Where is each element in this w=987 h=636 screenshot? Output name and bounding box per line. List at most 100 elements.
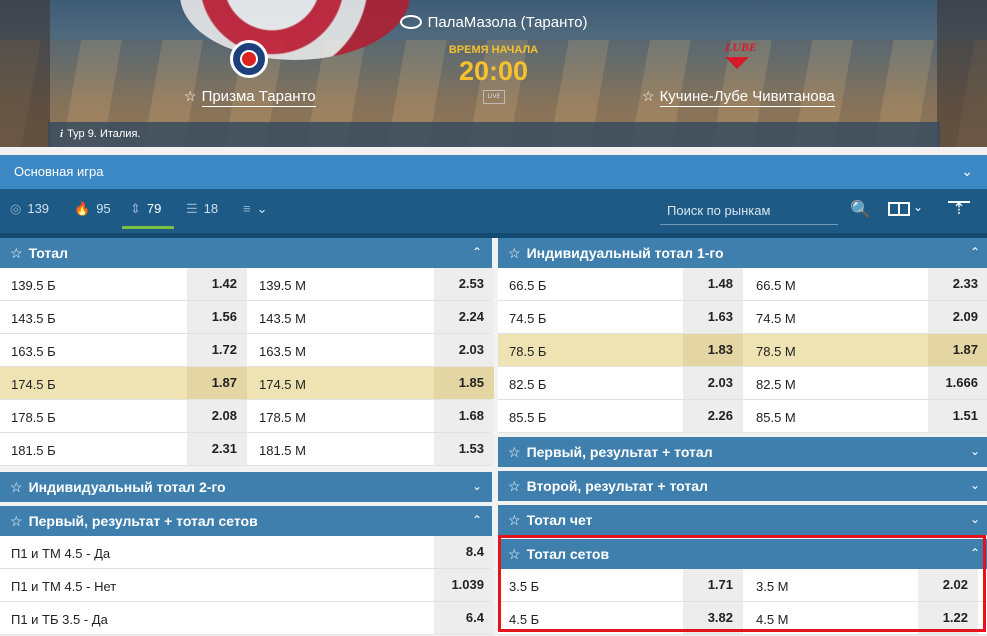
live-icon[interactable]: LIVE — [483, 90, 505, 104]
game-selector[interactable]: Основная игра ⌄ — [0, 155, 987, 189]
outcome-label: 78.5 Б — [509, 344, 547, 359]
odds-button[interactable]: 3.82 — [683, 602, 743, 634]
tab-count: 18 — [203, 201, 219, 216]
chevron-down-icon[interactable]: ⌄ — [970, 444, 980, 458]
market-title: Индивидуальный тотал 2-го — [28, 479, 226, 495]
odds-button[interactable]: 1.51 — [928, 400, 987, 432]
outcome-label: П1 и ТБ 3.5 - Да — [11, 612, 108, 627]
chevron-up-icon[interactable]: ⌃ — [472, 245, 482, 259]
favorite-star-icon[interactable]: ☆ — [508, 478, 521, 494]
tab-popular[interactable]: 🔥 95 — [74, 201, 111, 217]
market-header-total-sets[interactable]: ☆ Тотал сетов ⌃ — [498, 539, 987, 569]
odds-button[interactable]: 2.53 — [434, 268, 494, 300]
odds-button[interactable]: 1.83 — [683, 334, 743, 366]
odds-button[interactable]: 6.4 — [434, 602, 494, 634]
outcome-label: 181.5 Б — [11, 443, 56, 458]
chevron-up-icon[interactable]: ⌃ — [472, 513, 482, 527]
odds-button[interactable]: 1.48 — [683, 268, 743, 300]
tab-more[interactable]: ≡ ⌄ — [243, 201, 268, 217]
odds-button[interactable]: 1.666 — [928, 367, 987, 399]
market-header-total-even[interactable]: ☆ Тотал чет ⌄ — [498, 505, 987, 535]
table-row: 181.5 Б 2.31 181.5 М 1.53 — [0, 433, 494, 466]
odds-button[interactable]: 1.85 — [434, 367, 494, 399]
tab-count: 95 — [96, 201, 111, 216]
tab-count: 79 — [146, 201, 162, 216]
team1[interactable]: ☆ Призма Таранто — [184, 88, 316, 107]
outcome-label: 139.5 М — [259, 278, 306, 293]
outcome-label: 74.5 Б — [509, 311, 547, 326]
table-row: 3.5 Б 1.71 3.5 М 2.02 — [498, 569, 987, 602]
team2-name[interactable]: Кучине-Лубе Чивитанова — [659, 88, 835, 107]
game-selector-label: Основная игра — [14, 164, 104, 179]
odds-button[interactable]: 2.31 — [187, 433, 247, 465]
outcome-label: 174.5 Б — [11, 377, 56, 392]
team1-name[interactable]: Призма Таранто — [201, 88, 316, 107]
odds-button[interactable]: 2.26 — [683, 400, 743, 432]
tab-totals[interactable]: ⇕ 79 — [130, 201, 161, 217]
odds-button[interactable]: 1.72 — [187, 334, 247, 366]
tab-stats[interactable]: ☰ 18 — [186, 201, 218, 217]
chevron-up-icon[interactable]: ⌃ — [970, 546, 980, 560]
outcome-label: 174.5 М — [259, 377, 306, 392]
chevron-down-icon[interactable]: ⌄ — [472, 479, 482, 493]
odds-button[interactable]: 1.63 — [683, 301, 743, 333]
favorite-star-icon[interactable]: ☆ — [508, 546, 521, 562]
odds-button[interactable]: 8.4 — [434, 536, 494, 568]
table-row: 74.5 Б 1.63 74.5 М 2.09 — [498, 301, 987, 334]
fire-icon: 🔥 — [74, 201, 91, 216]
team2-logo: LUBE — [725, 40, 757, 80]
upload-icon[interactable]: ⇡ — [948, 201, 970, 219]
match-header: ПалаМазола (Таранто) ВРЕМЯ НАЧАЛА 20:00 … — [0, 0, 987, 147]
team2[interactable]: ☆ Кучине-Лубе Чивитанова — [642, 88, 835, 107]
odds-button[interactable]: 1.71 — [683, 569, 743, 601]
market-header-first-result-total[interactable]: ☆ Первый, результат + тотал ⌄ — [498, 437, 987, 467]
favorite-star-icon[interactable]: ☆ — [10, 513, 23, 529]
market-header-ind-total-2[interactable]: ☆ Индивидуальный тотал 2-го ⌄ — [0, 472, 492, 502]
market-filter-toolbar: ◎ 139 🔥 95 ⇕ 79 ☰ 18 ≡ ⌄ Поиск по рынкам 🔍 ⌄ … — [0, 189, 987, 233]
market-header-second-result-total[interactable]: ☆ Второй, результат + тотал ⌄ — [498, 471, 987, 501]
favorite-star-icon[interactable]: ☆ — [508, 444, 521, 460]
favorite-star-icon[interactable]: ☆ — [10, 245, 23, 261]
chevron-down-icon[interactable]: ⌄ — [913, 200, 923, 214]
chevron-up-icon[interactable]: ⌃ — [970, 245, 980, 259]
odds-button[interactable]: 1.42 — [187, 268, 247, 300]
outcome-label: 82.5 Б — [509, 377, 547, 392]
search-icon[interactable]: 🔍 — [850, 200, 871, 220]
market-header-first-result-sets[interactable]: ☆ Первый, результат + тотал сетов ⌃ — [0, 506, 492, 536]
tab-all-markets[interactable]: ◎ 139 — [10, 201, 49, 217]
outcome-label: 74.5 М — [756, 311, 796, 326]
columns-icon[interactable] — [888, 202, 910, 216]
odds-button[interactable]: 1.68 — [434, 400, 494, 432]
favorite-star-icon[interactable]: ☆ — [10, 479, 23, 495]
odds-button[interactable]: 2.08 — [187, 400, 247, 432]
favorite-star-icon[interactable]: ☆ — [508, 245, 521, 261]
odds-button[interactable]: 1.53 — [434, 433, 494, 465]
table-row: П1 и ТМ 4.5 - Да 8.4 — [0, 536, 494, 569]
market-header-total[interactable]: ☆ Тотал ⌃ — [0, 238, 492, 268]
favorite-star-icon[interactable]: ☆ — [508, 512, 521, 528]
market-header-ind-total-1[interactable]: ☆ Индивидуальный тотал 1-го ⌃ — [498, 238, 987, 268]
odds-button[interactable]: 2.02 — [918, 569, 978, 601]
favorite-star-icon[interactable]: ☆ — [642, 88, 655, 104]
odds-button[interactable]: 2.24 — [434, 301, 494, 333]
chevron-down-icon[interactable]: ⌄ — [970, 478, 980, 492]
odds-button[interactable]: 2.03 — [683, 367, 743, 399]
odds-button[interactable]: 2.33 — [928, 268, 987, 300]
odds-button[interactable]: 1.87 — [928, 334, 987, 366]
chevron-down-icon[interactable]: ⌄ — [970, 512, 980, 526]
chevron-down-icon[interactable]: ⌄ — [961, 163, 973, 180]
table-row: 66.5 Б 1.48 66.5 М 2.33 — [498, 268, 987, 301]
odds-button[interactable]: 1.039 — [434, 569, 494, 601]
market-search-input[interactable]: Поиск по рынкам — [660, 199, 838, 225]
odds-button[interactable]: 2.03 — [434, 334, 494, 366]
odds-button[interactable]: 1.22 — [918, 602, 978, 634]
odds-button[interactable]: 2.09 — [928, 301, 987, 333]
target-icon: ◎ — [10, 201, 22, 216]
odds-button[interactable]: 1.56 — [187, 301, 247, 333]
info-icon[interactable]: i — [60, 128, 63, 140]
favorite-star-icon[interactable]: ☆ — [184, 88, 197, 104]
odds-button[interactable]: 1.87 — [187, 367, 247, 399]
tour-label: Тур 9. Италия. — [67, 128, 141, 140]
markets-right-column: ☆ Индивидуальный тотал 1-го ⌃ 66.5 Б 1.48… — [498, 238, 987, 635]
table-row: 143.5 Б 1.56 143.5 М 2.24 — [0, 301, 494, 334]
